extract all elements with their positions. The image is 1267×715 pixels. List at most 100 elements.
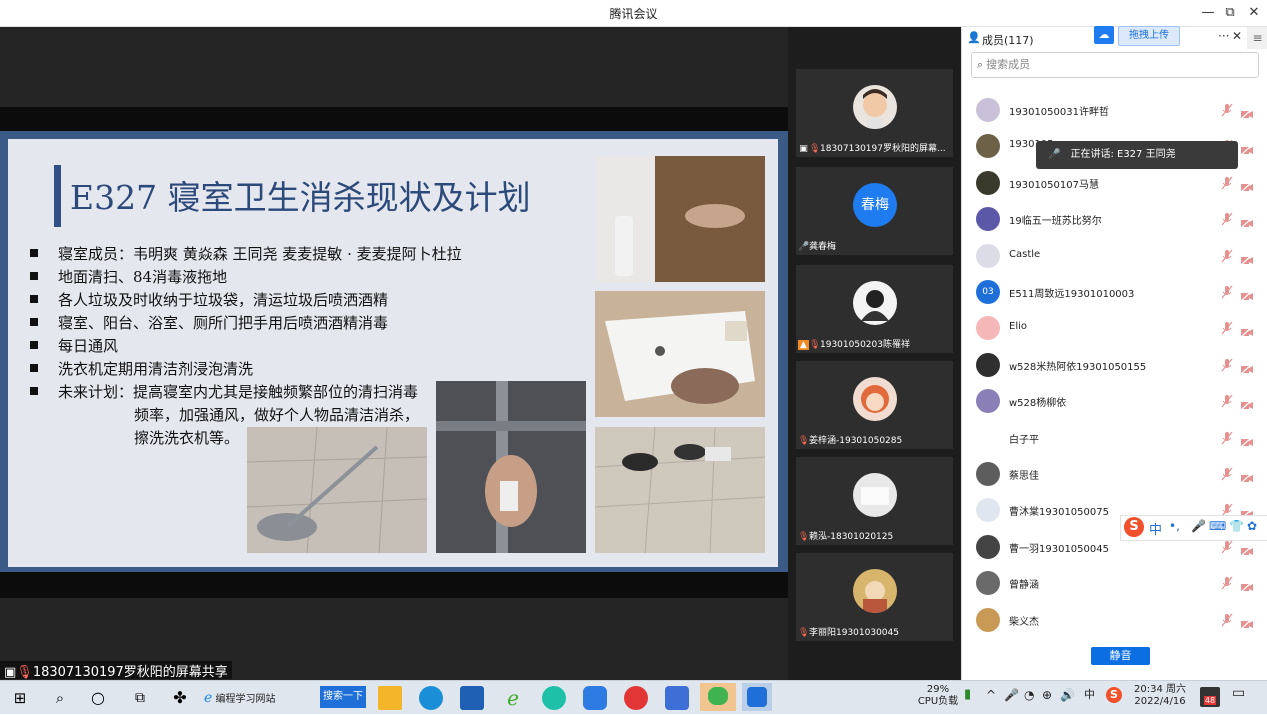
notification-badge[interactable]: 48 xyxy=(1200,687,1220,707)
muted-mic-icon[interactable] xyxy=(1221,102,1233,117)
avatar xyxy=(976,98,1000,122)
muted-mic-icon[interactable] xyxy=(1221,612,1233,626)
mute-all-button[interactable]: 静音 xyxy=(1091,647,1150,665)
browser-icon[interactable] xyxy=(542,686,566,710)
video-tile[interactable]: 🎙李丽阳19301030045 xyxy=(796,553,953,641)
member-row[interactable]: 蔡思佳 xyxy=(962,456,1267,492)
muted-mic-icon[interactable] xyxy=(1221,284,1233,299)
camera-off-icon[interactable] xyxy=(1240,614,1254,630)
drag-upload-button[interactable]: 拖拽上传 xyxy=(1118,26,1180,46)
sogou-tray-icon[interactable]: S xyxy=(1106,687,1122,703)
member-row[interactable]: 19301050031许畔哲 xyxy=(962,92,1267,128)
volume-icon[interactable]: 🔊 xyxy=(1060,689,1075,701)
mail-icon[interactable] xyxy=(460,686,484,710)
ie-icon: ℯ xyxy=(204,690,213,706)
skin-icon[interactable]: 👕 xyxy=(1229,519,1244,533)
video-tile-caption: 🎙姜梓涵-19301050285 xyxy=(798,436,903,446)
member-row[interactable]: 19301050107马慧 xyxy=(962,165,1267,201)
punctuation-icon[interactable]: •, xyxy=(1169,519,1180,533)
muted-mic-icon[interactable] xyxy=(1221,175,1233,190)
member-row[interactable]: Elio xyxy=(962,310,1267,346)
video-tile[interactable]: 春梅 🎤龚春梅 xyxy=(796,167,953,255)
ime-mode[interactable]: 中 xyxy=(1149,519,1162,538)
camera-off-icon[interactable] xyxy=(1240,468,1254,484)
close-button[interactable]: ✕ xyxy=(1244,4,1264,22)
muted-mic-icon[interactable] xyxy=(1221,575,1233,590)
member-row[interactable]: 曾静涵 xyxy=(962,565,1267,601)
cpu-load[interactable]: 29% CPU负载 xyxy=(914,684,962,708)
camera-off-icon[interactable] xyxy=(1240,395,1254,411)
camera-off-icon[interactable] xyxy=(1240,286,1254,302)
battery-icon[interactable]: ▮ xyxy=(964,688,971,701)
camera-off-icon[interactable] xyxy=(1240,104,1254,120)
muted-mic-icon[interactable] xyxy=(1221,393,1233,408)
muted-mic-icon[interactable] xyxy=(1221,357,1233,372)
member-name: Elio xyxy=(1009,321,1027,333)
action-center-icon[interactable]: ▭ xyxy=(1232,686,1245,700)
clock[interactable]: 20:34 周六 2022/4/16 xyxy=(1128,684,1192,708)
camera-off-icon[interactable] xyxy=(1240,177,1254,193)
search-web-button[interactable]: 搜索一下 xyxy=(320,686,366,708)
network-icon[interactable]: ◔ xyxy=(1024,689,1034,701)
muted-mic-icon[interactable] xyxy=(1221,211,1233,226)
camera-off-icon[interactable] xyxy=(1240,140,1254,156)
avatar xyxy=(976,607,1000,632)
camera-off-icon[interactable] xyxy=(1240,359,1254,375)
wechat-icon[interactable] xyxy=(700,683,736,711)
member-name: 曹一羽19301050045 xyxy=(1009,543,1109,555)
member-row[interactable]: w528杨柳依 xyxy=(962,383,1267,419)
app-icon[interactable]: ✤ xyxy=(168,686,192,710)
edge-icon[interactable] xyxy=(419,686,443,710)
muted-mic-icon[interactable] xyxy=(1221,466,1233,481)
input-method-icon[interactable]: 中 xyxy=(1084,689,1095,701)
photo-door-handle xyxy=(595,156,765,282)
voice-icon[interactable]: 🎤 xyxy=(1191,519,1206,533)
camera-off-icon[interactable] xyxy=(1240,250,1254,266)
video-tile[interactable]: ▣🎙18307130197罗秋阳的屏幕... xyxy=(796,69,953,157)
bullet-continuation: 擦洗洗衣机等。 xyxy=(134,429,240,447)
cortana-icon[interactable]: ○ xyxy=(86,686,110,710)
file-explorer-icon[interactable] xyxy=(378,686,402,710)
video-player-icon[interactable] xyxy=(665,686,689,710)
chevron-up-icon[interactable]: ^ xyxy=(986,689,996,701)
windows-start-icon[interactable]: ⊞ xyxy=(8,686,32,710)
camera-off-icon[interactable] xyxy=(1240,213,1254,229)
ime-toolbar[interactable]: S 中 •, 🎤 ⌨ 👕 ✿ xyxy=(1120,515,1267,541)
member-row[interactable]: w528米热阿依19301050155 xyxy=(962,347,1267,383)
cloud-icon[interactable]: ☁ xyxy=(1094,26,1114,44)
toolbox-icon[interactable]: ✿ xyxy=(1247,519,1257,533)
video-tile[interactable]: 🎙赖泓-18301020125 xyxy=(796,457,953,545)
restore-button[interactable]: ⧉ xyxy=(1220,4,1240,22)
member-row[interactable]: 柴义杰 xyxy=(962,602,1267,638)
ie-browser-item[interactable]: ℯ 编程学习网站 xyxy=(204,688,275,708)
minimize-button[interactable]: — xyxy=(1198,4,1218,22)
search-icon[interactable]: ⌕ xyxy=(48,686,72,710)
task-view-icon[interactable]: ⧉ xyxy=(128,686,152,710)
camera-off-icon[interactable] xyxy=(1240,432,1254,448)
member-row[interactable]: 03 E511周致远19301010003 xyxy=(962,274,1267,310)
camera-off-icon[interactable] xyxy=(1240,577,1254,593)
zoom-icon[interactable] xyxy=(583,686,607,710)
camera-off-icon[interactable] xyxy=(1240,504,1254,520)
video-tile[interactable]: ▲ 🎙19301050203陈罹祥 xyxy=(796,265,953,353)
mic-icon[interactable]: 🎤 xyxy=(1004,689,1019,701)
camera-off-icon[interactable] xyxy=(1240,541,1254,557)
muted-mic-icon[interactable] xyxy=(1221,430,1233,444)
avatar xyxy=(853,281,897,325)
member-row[interactable]: Castle xyxy=(962,238,1267,274)
ie-icon[interactable]: ℯ xyxy=(501,686,525,710)
tencent-meeting-icon[interactable] xyxy=(742,683,772,711)
close-panel-button[interactable]: ✕ xyxy=(1232,29,1242,43)
globe-icon[interactable]: ⊕ xyxy=(1042,689,1052,701)
search-members-input[interactable]: ⌕ 搜索成员 xyxy=(971,52,1259,78)
muted-mic-icon[interactable] xyxy=(1221,320,1233,335)
muted-mic-icon[interactable] xyxy=(1221,248,1233,262)
video-tile[interactable]: 🎙姜梓涵-19301050285 xyxy=(796,361,953,449)
menu-icon[interactable]: ≡ xyxy=(1247,27,1267,49)
member-row[interactable]: 19临五一班苏比努尔 xyxy=(962,201,1267,237)
keyboard-icon[interactable]: ⌨ xyxy=(1209,519,1226,533)
netease-music-icon[interactable] xyxy=(624,686,648,710)
camera-off-icon[interactable] xyxy=(1240,322,1254,338)
more-button[interactable]: ··· xyxy=(1218,29,1229,43)
member-row[interactable]: 白子平 xyxy=(962,420,1267,456)
